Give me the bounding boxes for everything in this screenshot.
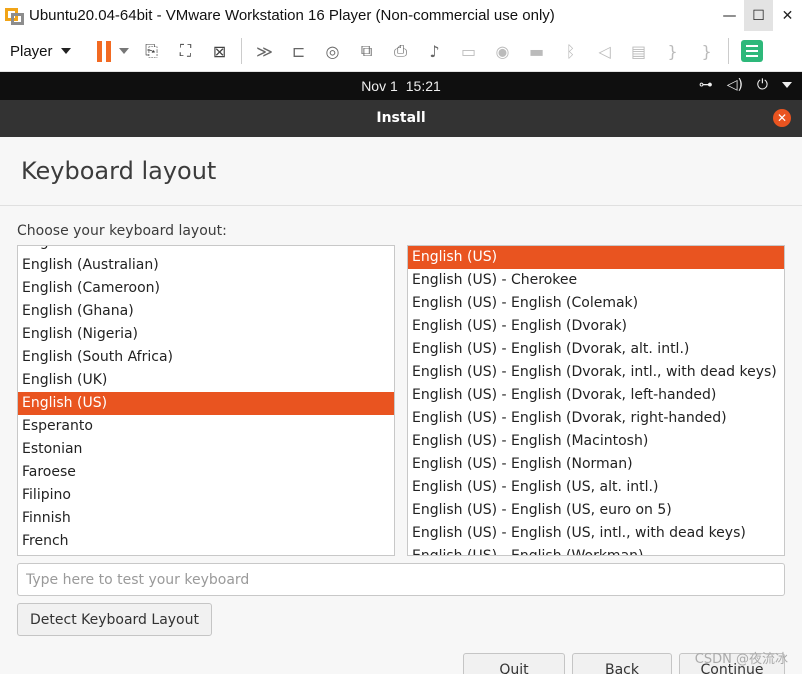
panel-time: 15:21: [405, 78, 441, 94]
message-log-icon[interactable]: [740, 40, 763, 62]
toolbar-divider: [240, 38, 242, 64]
list-item[interactable]: English (US) - English (Dvorak): [408, 315, 784, 338]
send-ctrl-alt-del-icon[interactable]: ⎘: [141, 40, 163, 62]
network-icon: ⊶: [698, 77, 713, 93]
installer-close-button[interactable]: ✕: [773, 109, 791, 127]
variant-list-content: English (US) English (US) - Cherokee Engli…: [408, 246, 784, 555]
list-item[interactable]: English: [18, 246, 394, 254]
layout-list-content: EnglishEnglish (Australian)English (Came…: [18, 246, 394, 555]
list-item[interactable]: Finnish: [18, 507, 394, 530]
bracket-icon[interactable]: }: [662, 40, 684, 62]
quit-button[interactable]: Quit: [463, 653, 565, 674]
list-item[interactable]: English (Cameroon): [18, 277, 394, 300]
vmware-toolbar: Player ⎘ ⛶ ⊠ ≫ ⊏ ◎ ⧉ ⎙ ♪ ▭ ◉ ▬ ᛒ ◁ ▤ } }: [0, 31, 802, 72]
pause-icon[interactable]: [96, 40, 111, 62]
panel-date: Nov 1: [361, 78, 398, 94]
maximize-button[interactable]: ☐: [744, 0, 773, 31]
ubuntu-top-panel: Nov 1 15:21 ⊶ ◁) ⏻: [0, 72, 802, 100]
layout-prompt: Choose your keyboard layout:: [17, 223, 227, 239]
minimize-button[interactable]: —: [715, 0, 744, 31]
list-item[interactable]: English (US) - English (Dvorak, right-ha…: [408, 407, 784, 430]
list-item[interactable]: English (Ghana): [18, 300, 394, 323]
archive-icon[interactable]: ▤: [628, 40, 650, 62]
system-tray[interactable]: ⊶ ◁) ⏻: [699, 77, 792, 93]
display-icon[interactable]: ▭: [458, 40, 480, 62]
back-button[interactable]: Back: [572, 653, 672, 674]
full-screen-icon[interactable]: ⛶: [175, 40, 197, 62]
list-item[interactable]: Estonian: [18, 438, 394, 461]
page-title-band: Keyboard layout: [0, 137, 802, 206]
camera-icon[interactable]: ◉: [492, 40, 514, 62]
window-controls: — ☐ ✕: [715, 0, 802, 31]
vmware-logo-icon: [5, 6, 25, 26]
printer-icon[interactable]: ⎙: [390, 40, 412, 62]
list-item[interactable]: English (US): [18, 392, 394, 415]
panel-clock[interactable]: Nov 1 15:21: [0, 78, 802, 94]
power-options-chevron-icon[interactable]: [118, 48, 129, 54]
watermark: CSDN @夜流冰: [694, 652, 788, 667]
cd-dvd-icon[interactable]: ◎: [322, 40, 344, 62]
list-item[interactable]: English (Nigeria): [18, 323, 394, 346]
toolbar-divider: [727, 38, 729, 64]
list-item[interactable]: English (South Africa): [18, 346, 394, 369]
power-icon: ⏻: [756, 77, 768, 93]
chevron-down-icon: [782, 82, 792, 88]
hard-disk-icon[interactable]: ⊏: [288, 40, 310, 62]
keyboard-test-input[interactable]: [17, 563, 785, 596]
list-item[interactable]: English (US) - English (Macintosh): [408, 430, 784, 453]
window-titlebar: Ubuntu20.04-64bit - VMware Workstation 1…: [0, 0, 802, 31]
list-item[interactable]: English (US) - English (US, intl., with …: [408, 522, 784, 545]
list-item[interactable]: French: [18, 530, 394, 553]
list-item[interactable]: French (Canada): [18, 553, 394, 555]
window-title: Ubuntu20.04-64bit - VMware Workstation 1…: [29, 7, 555, 24]
chevron-down-icon: [60, 48, 71, 54]
installer-title: Install: [376, 110, 426, 126]
list-item[interactable]: English (US): [408, 246, 784, 269]
unity-icon[interactable]: ⊠: [209, 40, 231, 62]
list-item[interactable]: English (US) - English (Colemak): [408, 292, 784, 315]
list-item[interactable]: English (US) - English (Norman): [408, 453, 784, 476]
usb-icon[interactable]: ▬: [526, 40, 548, 62]
list-item[interactable]: English (US) - English (US, euro on 5): [408, 499, 784, 522]
list-item[interactable]: English (UK): [18, 369, 394, 392]
list-item[interactable]: English (US) - English (Dvorak, left-han…: [408, 384, 784, 407]
bluetooth-icon[interactable]: ᛒ: [560, 40, 582, 62]
detect-layout-button[interactable]: Detect Keyboard Layout: [17, 603, 212, 636]
list-item[interactable]: English (US) - English (Dvorak, alt. int…: [408, 338, 784, 361]
installer-header: Install ✕: [0, 100, 802, 137]
list-item[interactable]: English (US) - English (Workman): [408, 545, 784, 555]
more-devices-icon[interactable]: ≫: [254, 40, 276, 62]
page-title: Keyboard layout: [21, 157, 217, 185]
close-window-button[interactable]: ✕: [773, 0, 802, 31]
network-adapter-icon[interactable]: ⧉: [356, 40, 378, 62]
list-item[interactable]: English (Australian): [18, 254, 394, 277]
speaker-icon[interactable]: ◁: [594, 40, 616, 62]
installer-page: Keyboard layout Choose your keyboard lay…: [0, 137, 802, 674]
list-item[interactable]: English (US) - English (US, alt. intl.): [408, 476, 784, 499]
sound-card-icon[interactable]: ♪: [424, 40, 446, 62]
layout-list[interactable]: EnglishEnglish (Australian)English (Came…: [17, 245, 395, 556]
list-item[interactable]: Faroese: [18, 461, 394, 484]
volume-icon: ◁): [726, 77, 743, 93]
list-item[interactable]: Filipino: [18, 484, 394, 507]
player-menu[interactable]: Player: [10, 43, 71, 60]
player-menu-label: Player: [10, 42, 53, 60]
list-item[interactable]: English (US) - English (Dvorak, intl., w…: [408, 361, 784, 384]
list-item[interactable]: English (US) - Cherokee: [408, 269, 784, 292]
variant-list[interactable]: English (US) English (US) - Cherokee Engli…: [407, 245, 785, 556]
bracket-alt-icon[interactable]: }: [696, 40, 718, 62]
list-item[interactable]: Esperanto: [18, 415, 394, 438]
